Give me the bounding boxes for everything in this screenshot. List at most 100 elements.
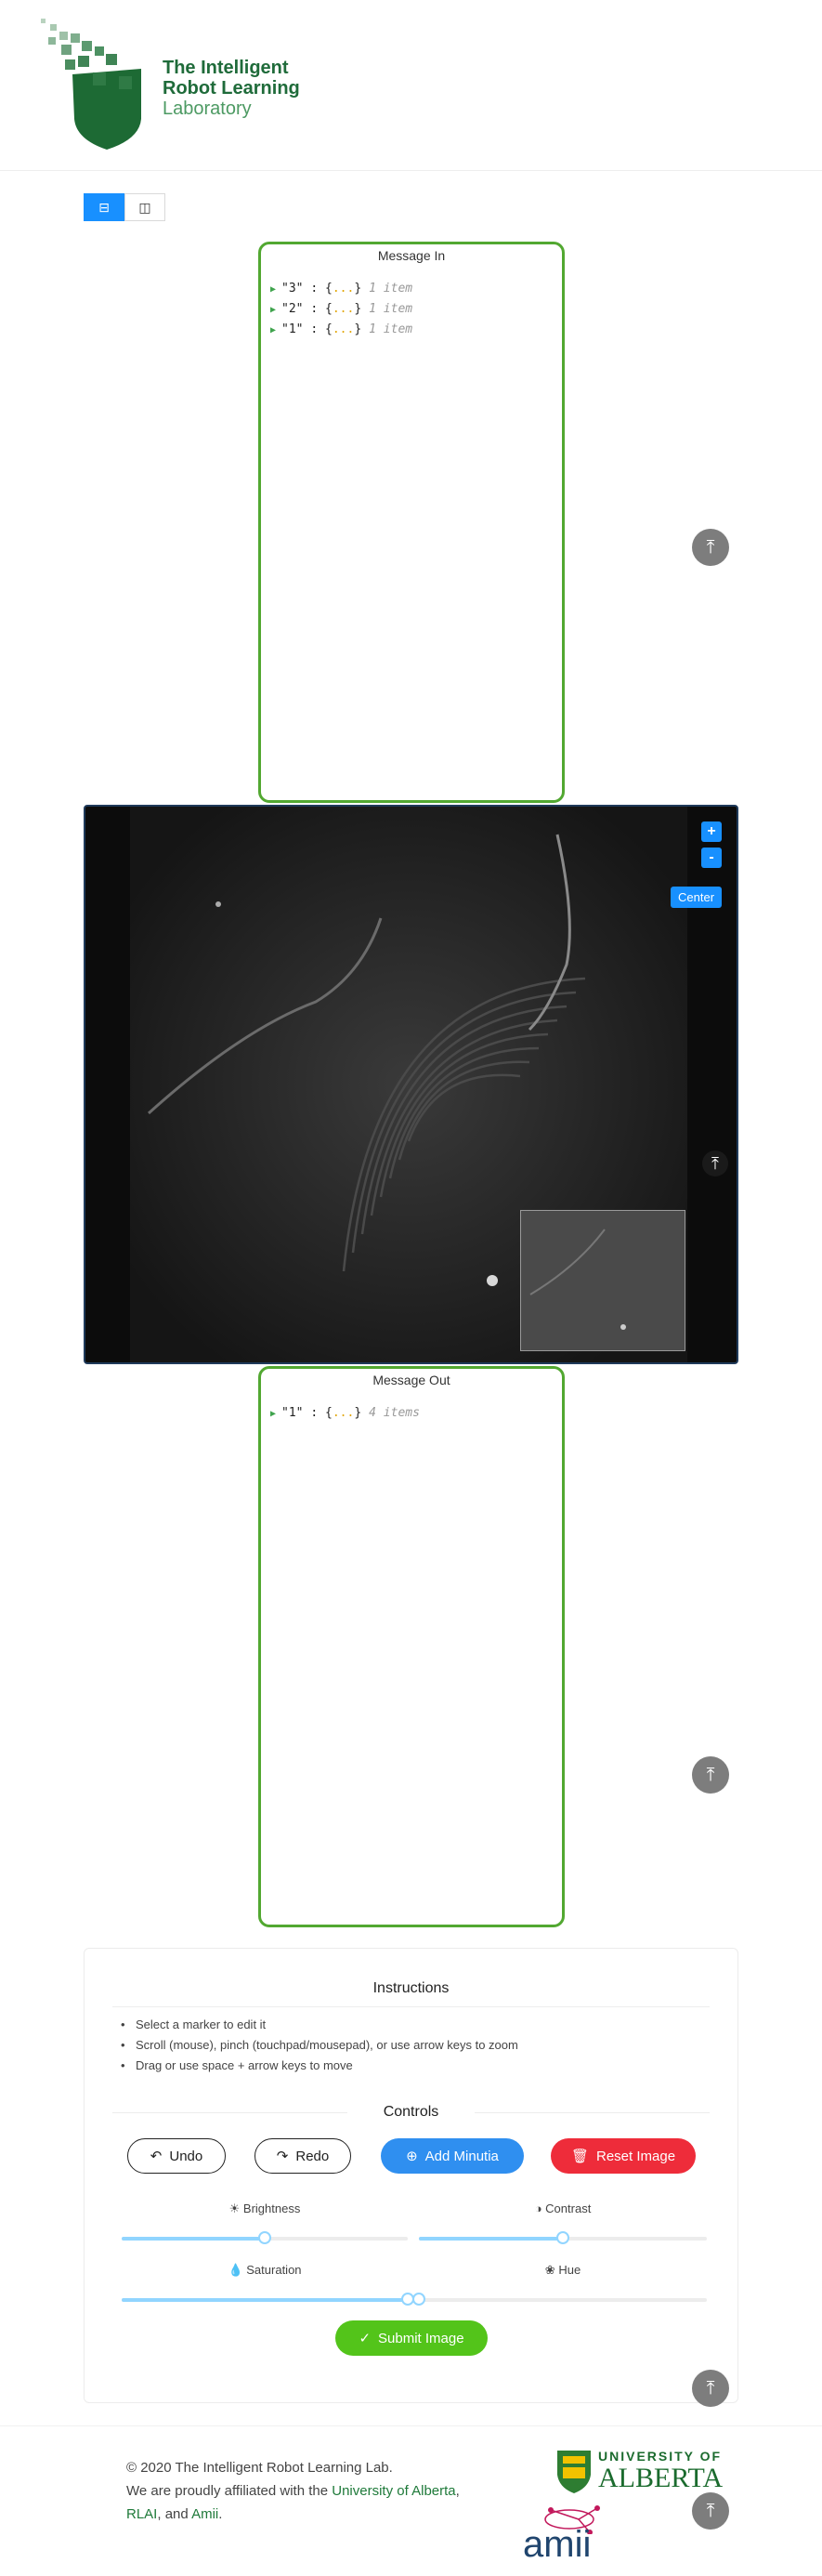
affiliation-text: We are proudly affiliated with the Unive… [126, 2483, 460, 2499]
ualberta-logo[interactable]: UNIVERSITY OF ALBERTA [555, 2447, 750, 2499]
affiliation-text-2: RLAI, and Amii. [126, 2506, 222, 2522]
message-out-panel[interactable]: Message Out ▶ "1" : {...} 4 items [258, 1366, 565, 1927]
ualberta-link[interactable]: University of Alberta [332, 2483, 455, 2499]
undo-button[interactable]: ↶ Undo [127, 2138, 226, 2174]
add-minutia-button[interactable]: ⊕ Add Minutia [381, 2138, 524, 2174]
logo-line-2: Robot Learning [163, 78, 300, 99]
json-count: 1 item [369, 302, 413, 316]
expand-arrow-icon[interactable]: ▶ [270, 1409, 276, 1419]
hue-slider[interactable] [412, 2293, 707, 2306]
brightness-label: ☀ Brightness [122, 2201, 408, 2216]
redo-button[interactable]: ↷ Redo [254, 2138, 351, 2174]
hue-handle[interactable] [412, 2293, 425, 2306]
split-view-toggle[interactable]: ◫ [124, 193, 165, 221]
saturation-label: 💧 Saturation [122, 2263, 408, 2278]
json-row[interactable]: ▶ "3" : {...} 1 item [270, 282, 412, 296]
reset-image-button[interactable]: 🗑 Reset Image [551, 2138, 696, 2174]
saturation-fill [122, 2298, 408, 2302]
json-key: "1" [281, 1406, 304, 1420]
lab-logo-icon[interactable] [37, 17, 153, 151]
contrast-fill [419, 2237, 563, 2241]
undo-icon: ↶ [150, 2149, 163, 2164]
add-minutia-label: Add Minutia [424, 2148, 499, 2164]
palette-icon: ❀ [544, 2263, 555, 2277]
comma: , [455, 2483, 460, 2499]
amii-logo-text: amii [523, 2524, 592, 2565]
check-circle-icon: ✓ [359, 2331, 372, 2346]
json-count: 1 item [369, 322, 413, 336]
json-key: "1" [281, 322, 304, 336]
reset-image-label: Reset Image [596, 2148, 676, 2164]
single-view-toggle[interactable]: ⊟ [84, 193, 124, 221]
saturation-text: Saturation [246, 2263, 302, 2277]
divider [112, 2112, 347, 2113]
contrast-text: Contrast [545, 2201, 592, 2215]
single-view-icon: ⊟ [98, 199, 110, 215]
amii-link[interactable]: Amii [191, 2506, 218, 2522]
ualberta-logo-line2: ALBERTA [598, 2463, 724, 2493]
divider [475, 2112, 710, 2113]
json-count: 4 items [369, 1406, 420, 1420]
amii-logo[interactable]: amii [523, 2501, 625, 2571]
affiliation-prefix: We are proudly affiliated with the [126, 2483, 329, 2499]
period: . [218, 2506, 223, 2522]
expand-arrow-icon[interactable]: ▶ [270, 284, 276, 295]
brightness-text: Brightness [242, 2201, 301, 2215]
json-key: "2" [281, 302, 304, 316]
message-in-panel[interactable]: Message In ▶ "3" : {...} 1 item ▶ "2" : {..… [258, 242, 565, 803]
lab-name[interactable]: The Intelligent Robot Learning Laborator… [163, 58, 300, 119]
instruction-item: Scroll (mouse), pinch (touchpad/mousepad… [121, 2038, 518, 2052]
instruction-item: Select a marker to edit it [121, 2017, 266, 2031]
zoom-out-button[interactable]: - [701, 848, 722, 868]
site-header: The Intelligent Robot Learning Laborator… [0, 0, 822, 171]
saturation-slider[interactable] [122, 2293, 414, 2306]
submit-image-button[interactable]: ✓ Submit Image [335, 2320, 488, 2356]
minimap-image [529, 1229, 626, 1330]
back-to-top-button[interactable]: ⤒ [692, 2370, 729, 2407]
sun-icon: ☀ [228, 2201, 241, 2215]
contrast-handle[interactable] [556, 2231, 569, 2244]
brightness-fill [122, 2237, 265, 2241]
and-text: , and [157, 2506, 189, 2522]
plus-circle-icon: ⊕ [406, 2149, 418, 2164]
arrow-up-icon: ⤒ [706, 2377, 715, 2399]
back-to-top-button[interactable]: ⤒ [692, 529, 729, 566]
contrast-slider[interactable] [419, 2231, 707, 2244]
undo-label: Undo [169, 2148, 203, 2164]
minimap[interactable] [520, 1210, 685, 1351]
instruction-item: Drag or use space + arrow keys to move [121, 2058, 353, 2072]
contrast-icon: ◑ [534, 2201, 542, 2215]
trash-icon: 🗑 [570, 2149, 589, 2164]
redo-label: Redo [295, 2148, 330, 2164]
json-row[interactable]: ▶ "1" : {...} 1 item [270, 322, 412, 336]
expand-arrow-icon[interactable]: ▶ [270, 325, 276, 335]
viewer-back-to-top-button[interactable]: ⤒ [702, 1150, 728, 1176]
hue-label: ❀ Hue [419, 2263, 707, 2278]
hue-text: Hue [558, 2263, 581, 2277]
json-row[interactable]: ▶ "2" : {...} 1 item [270, 302, 412, 316]
brightness-slider[interactable] [122, 2231, 408, 2244]
back-to-top-button[interactable]: ⤒ [692, 1756, 729, 1794]
message-in-title: Message In [377, 248, 446, 263]
submit-label: Submit Image [378, 2330, 464, 2346]
arrow-up-icon: ⤒ [711, 1153, 719, 1173]
rlai-link[interactable]: RLAI [126, 2506, 157, 2522]
arrow-up-icon: ⤒ [706, 2500, 715, 2521]
instructions-title: Instructions [372, 1980, 450, 1996]
copyright-text: © 2020 The Intelligent Robot Learning La… [126, 2460, 393, 2476]
json-key: "3" [281, 282, 304, 296]
ualberta-logo-line1: UNIVERSITY OF [598, 2449, 723, 2464]
arrow-up-icon: ⤒ [706, 1764, 715, 1785]
redo-icon: ↷ [276, 2149, 289, 2164]
contrast-label: ◑ Contrast [419, 2201, 707, 2215]
json-count: 1 item [369, 282, 413, 296]
zoom-in-button[interactable]: + [701, 821, 722, 842]
fingerprint-viewer[interactable]: + - Center ⤒ [84, 805, 738, 1364]
json-row[interactable]: ▶ "1" : {...} 4 items [270, 1406, 420, 1420]
divider [112, 2006, 710, 2007]
back-to-top-button[interactable]: ⤒ [692, 2492, 729, 2530]
center-button[interactable]: Center [671, 887, 723, 908]
split-view-icon: ◫ [138, 199, 151, 215]
brightness-handle[interactable] [258, 2231, 271, 2244]
expand-arrow-icon[interactable]: ▶ [270, 305, 276, 315]
